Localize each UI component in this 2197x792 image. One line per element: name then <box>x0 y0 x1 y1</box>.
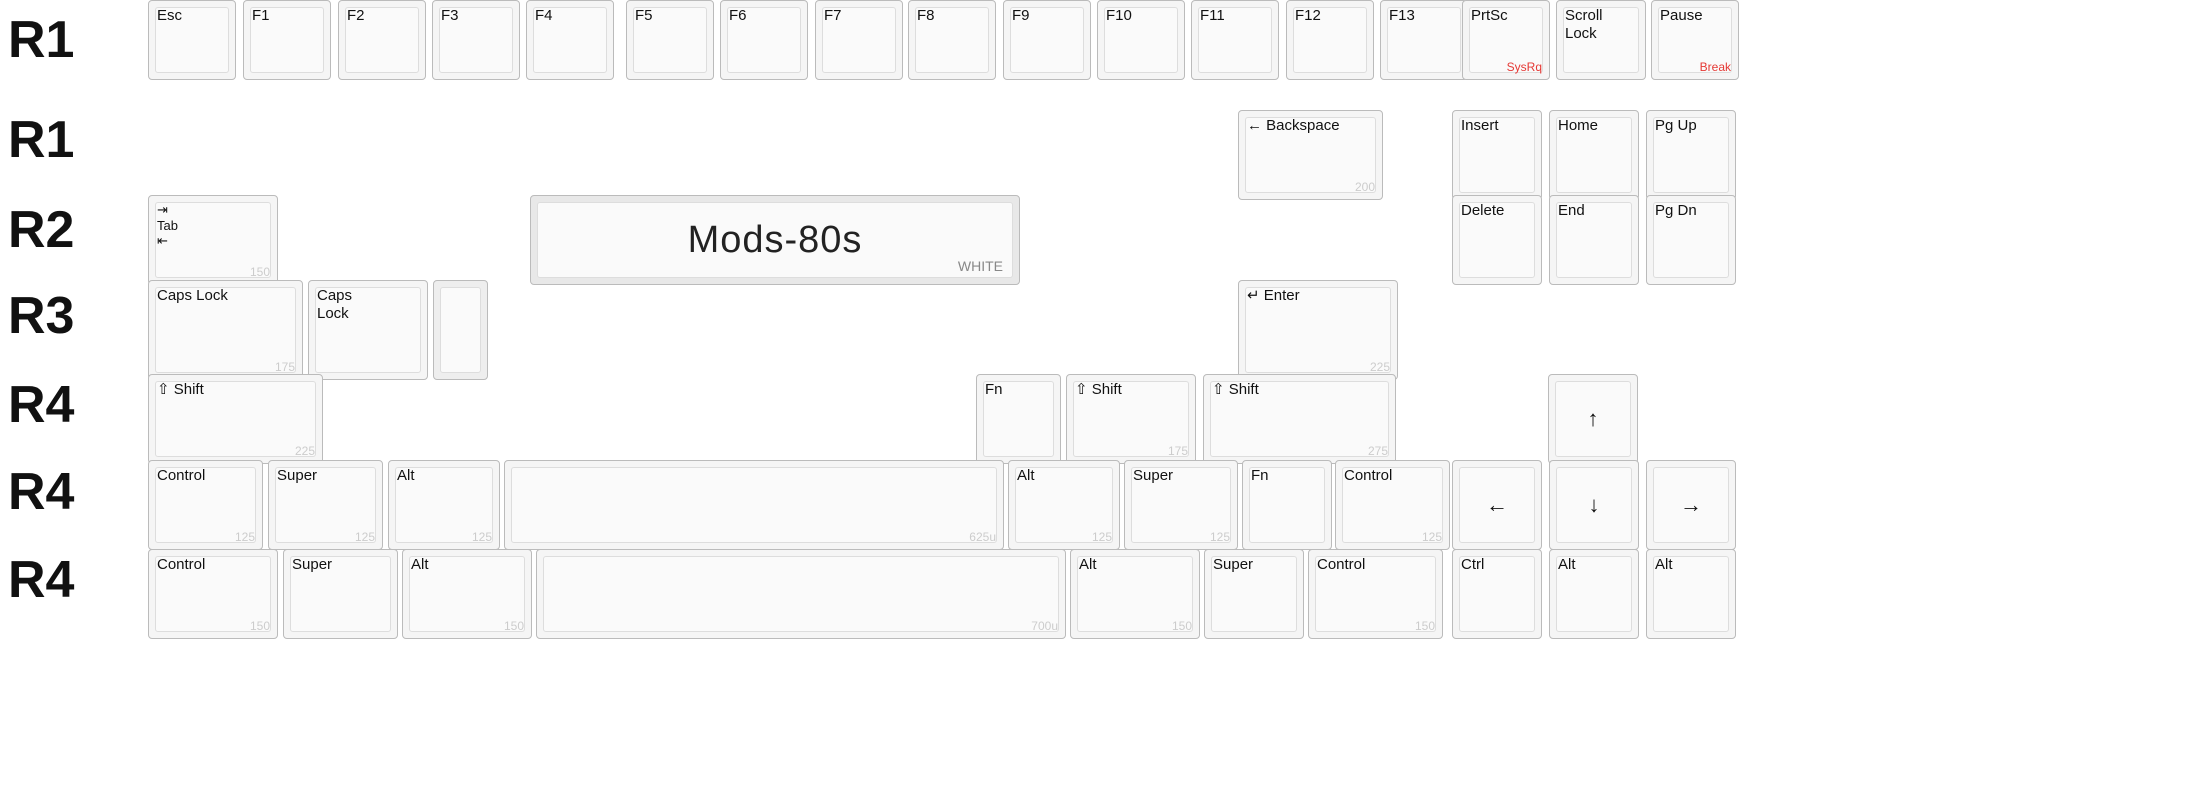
space-625-sub: 625u <box>969 530 996 544</box>
shift-r1-sub: 175 <box>1168 444 1188 458</box>
backspace-sub: 200 <box>1355 180 1375 194</box>
shift-l-sub: 225 <box>295 444 315 458</box>
ctrl-l-b-sub: 125 <box>235 530 255 544</box>
pause-sub-label: Break <box>1700 60 1731 74</box>
key-alt-nav[interactable]: Alt <box>1549 549 1639 639</box>
key-f7[interactable]: F7 <box>815 0 903 80</box>
key-alt-left-b[interactable]: Alt 125 <box>388 460 500 550</box>
key-alt-right-c[interactable]: Alt 150 <box>1070 549 1200 639</box>
key-space-625[interactable]: 625u <box>504 460 1004 550</box>
ctrl-r-b-sub: 125 <box>1422 530 1442 544</box>
key-ctrl-right-b[interactable]: Control 125 <box>1335 460 1450 550</box>
key-ctrl-left-c[interactable]: Control 150 <box>148 549 278 639</box>
key-f1[interactable]: F1 <box>243 0 331 80</box>
key-super-left-c[interactable]: Super <box>283 549 398 639</box>
key-arrow-down[interactable]: ↓ <box>1549 460 1639 550</box>
key-super-right-b[interactable]: Super 125 <box>1124 460 1238 550</box>
row-label-r3: R3 <box>8 286 74 346</box>
key-arrow-left[interactable]: ← <box>1452 460 1542 550</box>
key-alt-left-c[interactable]: Alt 150 <box>402 549 532 639</box>
key-backspace[interactable]: ← Backspace 200 <box>1238 110 1383 200</box>
key-pgup[interactable]: Pg Up <box>1646 110 1736 200</box>
row-label-r1-mid: R1 <box>8 110 74 170</box>
ctrl-l-c-sub: 150 <box>250 619 270 633</box>
key-home[interactable]: Home <box>1549 110 1639 200</box>
tab-sub: 150 <box>250 265 270 279</box>
row-label-r4b: R4 <box>8 462 74 522</box>
key-f3[interactable]: F3 <box>432 0 520 80</box>
alt-l-c-sub: 150 <box>504 619 524 633</box>
key-tab[interactable]: ⇥Tab⇤ 150 <box>148 195 278 285</box>
key-f12[interactable]: F12 <box>1286 0 1374 80</box>
key-end[interactable]: End <box>1549 195 1639 285</box>
key-f6[interactable]: F6 <box>720 0 808 80</box>
key-arrow-right[interactable]: → <box>1646 460 1736 550</box>
key-ctrl-right-c[interactable]: Control 150 <box>1308 549 1443 639</box>
mods-subtitle: WHITE <box>958 258 1003 274</box>
row-label-r2: R2 <box>8 200 74 260</box>
key-f8[interactable]: F8 <box>908 0 996 80</box>
ctrl-r-c-sub: 150 <box>1415 619 1435 633</box>
mods-highlight-block: Mods-80s WHITE <box>530 195 1020 285</box>
shift-r2-sub: 275 <box>1368 444 1388 458</box>
alt-r-b-sub: 125 <box>1092 530 1112 544</box>
key-f10[interactable]: F10 <box>1097 0 1185 80</box>
key-ctrl-left-b[interactable]: Control 125 <box>148 460 263 550</box>
key-shift-left[interactable]: ⇧ Shift 225 <box>148 374 323 464</box>
key-alt-right-b[interactable]: Alt 125 <box>1008 460 1120 550</box>
key-f11[interactable]: F11 <box>1191 0 1279 80</box>
mods-title: Mods-80s <box>688 219 863 262</box>
key-f4[interactable]: F4 <box>526 0 614 80</box>
key-capslock-left[interactable]: Caps Lock 175 <box>148 280 303 380</box>
key-delete[interactable]: Delete <box>1452 195 1542 285</box>
key-f13[interactable]: F13 <box>1380 0 1468 80</box>
key-space-700[interactable]: 700u <box>536 549 1066 639</box>
key-esc-label: Esc <box>157 7 182 25</box>
alt-r-c-sub: 150 <box>1172 619 1192 633</box>
row-label-r4c: R4 <box>8 550 74 610</box>
key-alt-nav2[interactable]: Alt <box>1646 549 1736 639</box>
key-capslock-right[interactable]: Caps Lock <box>308 280 428 380</box>
key-ctrl-nav[interactable]: Ctrl <box>1452 549 1542 639</box>
key-prtsc[interactable]: PrtSc SysRq <box>1462 0 1550 80</box>
key-fn-mod-row[interactable]: Fn <box>1242 460 1332 550</box>
keyboard-layout: R1 Esc F1 F2 F3 F4 F5 F6 F7 F8 <box>0 0 2197 792</box>
key-f9[interactable]: F9 <box>1003 0 1091 80</box>
key-pause[interactable]: Pause Break <box>1651 0 1739 80</box>
space-700-sub: 700u <box>1031 619 1058 633</box>
alt-l-b-sub: 125 <box>472 530 492 544</box>
key-f2[interactable]: F2 <box>338 0 426 80</box>
key-super-left-b[interactable]: Super 125 <box>268 460 383 550</box>
key-enter[interactable]: ↵ Enter 225 <box>1238 280 1398 380</box>
key-esc[interactable]: Esc <box>148 0 236 80</box>
key-shift-right1[interactable]: ⇧ Shift 175 <box>1066 374 1196 464</box>
key-super-right-c[interactable]: Super <box>1204 549 1304 639</box>
key-f5[interactable]: F5 <box>626 0 714 80</box>
key-shift-right2[interactable]: ⇧ Shift 275 <box>1203 374 1396 464</box>
key-insert[interactable]: Insert <box>1452 110 1542 200</box>
row-label-r4a: R4 <box>8 375 74 435</box>
super-l-b-sub: 125 <box>355 530 375 544</box>
capslock1-sub: 175 <box>275 360 295 374</box>
row-label-r1-top: R1 <box>8 10 74 70</box>
enter-sub: 225 <box>1370 360 1390 374</box>
key-scroll-lock[interactable]: Scroll Lock <box>1556 0 1646 80</box>
key-arrow-up[interactable]: ↑ <box>1548 374 1638 464</box>
prtsc-sub-label: SysRq <box>1507 60 1542 74</box>
key-alpha-placeholder <box>433 280 488 380</box>
key-fn-shift-row[interactable]: Fn <box>976 374 1061 464</box>
key-pgdn[interactable]: Pg Dn <box>1646 195 1736 285</box>
super-r-b-sub: 125 <box>1210 530 1230 544</box>
